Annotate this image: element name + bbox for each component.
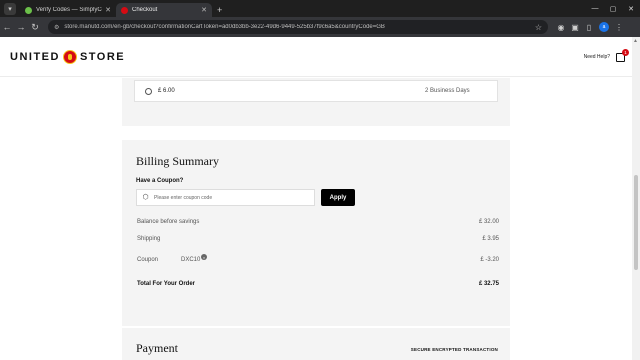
side-panel-icon[interactable]: ▯ (582, 23, 596, 32)
coupon-value: £ -3.20 (480, 257, 499, 263)
billing-title: Billing Summary (136, 154, 220, 168)
tab-title: Checkout (132, 7, 158, 13)
tag-icon: ⬡ (142, 194, 149, 201)
delivery-option[interactable]: £ 6.00 2 Business Days (134, 80, 498, 102)
address-bar[interactable]: ⚙ store.manutd.com/en-gb/checkout?confir… (48, 20, 548, 34)
balance-row: Balance before savings £ 32.00 (137, 219, 499, 225)
apply-button[interactable]: Apply (321, 189, 355, 206)
window-controls: — ▢ ✕ (586, 0, 640, 17)
need-help-link[interactable]: Need Help? (584, 54, 610, 60)
logo-text-left: UNITED (10, 50, 60, 63)
remove-coupon-icon[interactable]: × (201, 254, 207, 260)
maximize-icon[interactable]: ▢ (604, 0, 622, 17)
simplycodes-favicon-icon (25, 6, 32, 14)
page-scrollbar[interactable]: ▲ (632, 37, 640, 360)
shipping-label: Shipping (137, 236, 161, 242)
club-crest-icon (62, 49, 77, 64)
balance-value: £ 32.00 (478, 219, 499, 225)
extensions-puzzle-icon[interactable]: ▣ (568, 23, 582, 32)
shipping-value: £ 3.95 (482, 236, 499, 242)
united-store-logo[interactable]: UNITED STORE (10, 49, 126, 64)
delivery-days: 2 Business Days (425, 88, 470, 94)
total-label: Total For Your Order (137, 281, 196, 287)
minimize-icon[interactable]: — (586, 0, 604, 17)
coupon-question: Have a Coupon? (136, 178, 184, 184)
tab-search-button[interactable]: ▾ (4, 3, 16, 15)
logo-text-right: STORE (79, 50, 126, 63)
profile-avatar[interactable]: a (599, 22, 609, 32)
scroll-up-icon[interactable]: ▲ (633, 38, 638, 44)
extension-icon[interactable]: ◉ (554, 23, 568, 32)
delivery-card: £ 6.00 2 Business Days (122, 78, 510, 126)
url-text: store.manutd.com/en-gb/checkout?confirma… (64, 24, 385, 30)
toolbar-actions: ◉ ▣ ▯ a ⋮ (554, 22, 626, 32)
forward-icon[interactable]: → (14, 22, 28, 32)
total-row: Total For Your Order £ 32.75 (137, 281, 499, 287)
delivery-radio[interactable] (145, 87, 152, 95)
tab-title: Verify Codes — SimplyCodes (36, 7, 102, 13)
scroll-thumb[interactable] (634, 175, 638, 270)
balance-label: Balance before savings (137, 219, 200, 225)
menu-kebab-icon[interactable]: ⋮ (612, 23, 626, 32)
shipping-row: Shipping £ 3.95 (137, 236, 499, 242)
coupon-placeholder: Please enter coupon code (154, 194, 213, 201)
tab-verify-codes[interactable]: Verify Codes — SimplyCodes ✕ (20, 3, 116, 17)
site-header: UNITED STORE Need Help? 1 (0, 37, 632, 77)
coupon-code: DXC10 (181, 257, 201, 263)
new-tab-icon[interactable]: + (217, 5, 222, 15)
delivery-price: £ 6.00 (158, 88, 175, 94)
back-icon[interactable]: ← (0, 22, 14, 32)
reload-icon[interactable]: ↻ (28, 22, 42, 33)
payment-title: Payment (136, 341, 178, 355)
secure-transaction-label: SECURE ENCRYPTED TRANSACTION (410, 347, 498, 352)
bookmark-star-icon[interactable]: ☆ (535, 23, 542, 32)
billing-summary-card: Billing Summary Have a Coupon? ⬡ Please … (122, 140, 510, 326)
checkout-content: £ 6.00 2 Business Days Billing Summary H… (0, 78, 632, 360)
payment-card: Payment SECURE ENCRYPTED TRANSACTION (122, 328, 510, 360)
close-window-icon[interactable]: ✕ (622, 0, 640, 17)
coupon-row: Coupon DXC10 × £ -3.20 (137, 254, 499, 263)
browser-toolbar: ← → ↻ ⚙ store.manutd.com/en-gb/checkout?… (0, 17, 640, 37)
bag-count-badge: 1 (622, 49, 629, 56)
site-info-icon[interactable]: ⚙ (54, 24, 59, 31)
browser-tab-bar: ▾ Verify Codes — SimplyCodes ✕ Checkout … (0, 0, 640, 17)
tab-checkout[interactable]: Checkout ✕ (116, 3, 212, 17)
total-value: £ 32.75 (478, 281, 499, 287)
close-tab-icon[interactable]: ✕ (201, 6, 207, 14)
close-tab-icon[interactable]: ✕ (105, 6, 111, 14)
coupon-input-field[interactable]: ⬡ Please enter coupon code (136, 189, 315, 206)
manutd-favicon-icon (121, 6, 128, 14)
coupon-label: Coupon (137, 257, 159, 263)
